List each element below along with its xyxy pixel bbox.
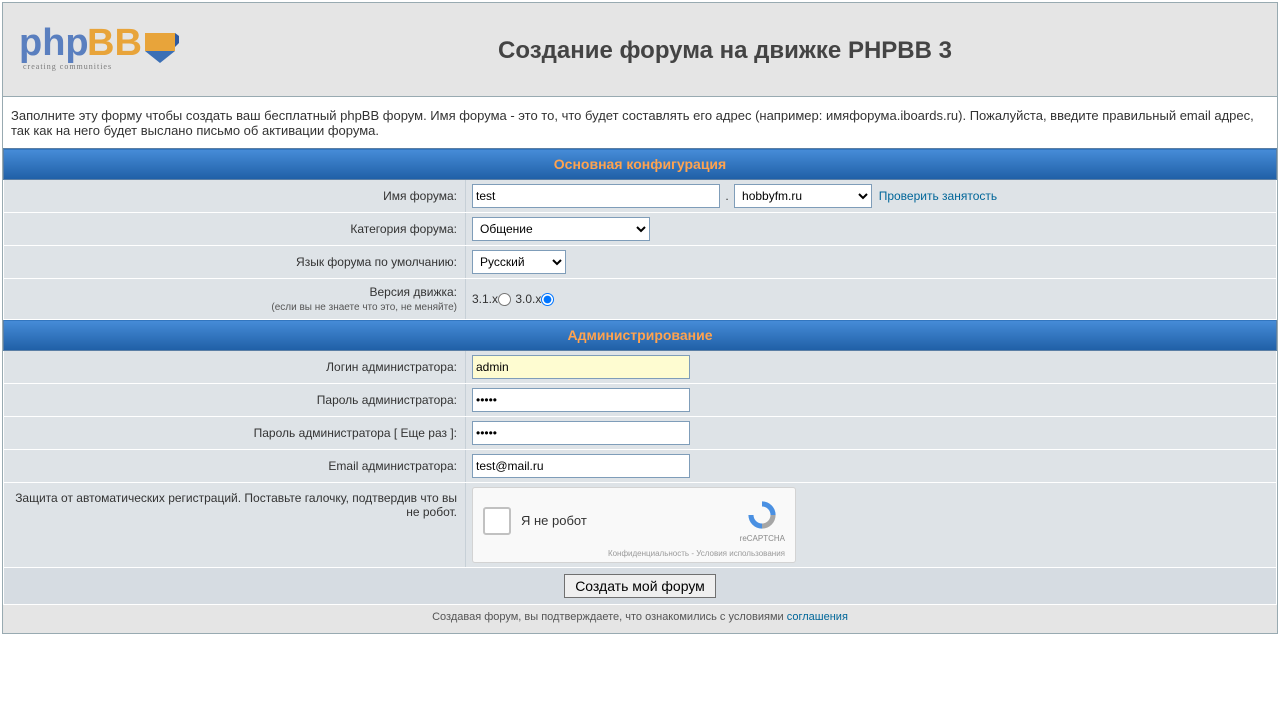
label-admin-login: Логин администратора: bbox=[4, 351, 466, 384]
footer-text: Создавая форум, вы подтверждаете, что оз… bbox=[432, 611, 787, 623]
language-select[interactable]: Русский bbox=[472, 250, 566, 274]
recaptcha-icon bbox=[745, 498, 779, 532]
recaptcha-privacy-link[interactable]: Конфиденциальность bbox=[608, 549, 689, 558]
label-engine: Версия движка: bbox=[369, 285, 457, 299]
create-forum-button[interactable]: Создать мой форум bbox=[564, 574, 716, 598]
dot-separator: . bbox=[723, 189, 730, 203]
svg-text:creating communities: creating communities bbox=[23, 62, 112, 71]
footer: Создавая форум, вы подтверждаете, что оз… bbox=[3, 605, 1277, 633]
label-language: Язык форума по умолчанию: bbox=[4, 246, 466, 279]
section-admin: Администрирование bbox=[4, 320, 1277, 351]
admin-login-input[interactable] bbox=[472, 355, 690, 379]
label-admin-pass: Пароль администратора: bbox=[4, 384, 466, 417]
forum-name-input[interactable] bbox=[472, 184, 720, 208]
recaptcha-checkbox[interactable] bbox=[483, 507, 511, 535]
agreement-link[interactable]: соглашения bbox=[787, 611, 848, 623]
label-engine-sub: (если вы не знаете что это, не меняйте) bbox=[271, 302, 457, 313]
engine-opt1-label: 3.1.x bbox=[472, 292, 498, 306]
phpbb-logo: php BB creating communities bbox=[19, 13, 179, 88]
row-forum-name: Имя форума: . hobbyfm.ru Проверить занят… bbox=[4, 180, 1277, 213]
label-category: Категория форума: bbox=[4, 213, 466, 246]
admin-email-input[interactable] bbox=[472, 454, 690, 478]
intro-text: Заполните эту форму чтобы создать ваш бе… bbox=[3, 97, 1277, 148]
recaptcha-label: Я не робот bbox=[521, 513, 740, 528]
engine-opt2-label: 3.0.x bbox=[515, 292, 541, 306]
row-admin-login: Логин администратора: bbox=[4, 351, 1277, 384]
section-config: Основная конфигурация bbox=[4, 149, 1277, 180]
engine-radio-31x[interactable] bbox=[498, 293, 511, 306]
label-forum-name: Имя форума: bbox=[4, 180, 466, 213]
page-container: php BB creating communities Создание фор… bbox=[2, 2, 1278, 634]
label-captcha: Защита от автоматических регистраций. По… bbox=[4, 483, 466, 568]
category-select[interactable]: Общение bbox=[472, 217, 650, 241]
row-admin-pass2: Пароль администратора [ Еще раз ]: bbox=[4, 417, 1277, 450]
admin-pass2-input[interactable] bbox=[472, 421, 690, 445]
title-wrap: Создание форума на движке PHPBB 3 bbox=[179, 37, 1271, 65]
recaptcha-terms-link[interactable]: Условия использования bbox=[696, 549, 785, 558]
engine-radio-30x[interactable] bbox=[541, 293, 554, 306]
recaptcha-brand: reCAPTCHA bbox=[740, 534, 785, 543]
row-captcha: Защита от автоматических регистраций. По… bbox=[4, 483, 1277, 568]
page-header: php BB creating communities Создание фор… bbox=[3, 3, 1277, 97]
row-submit: Создать мой форум bbox=[4, 568, 1277, 605]
label-admin-email: Email администратора: bbox=[4, 450, 466, 483]
label-admin-pass2: Пароль администратора [ Еще раз ]: bbox=[4, 417, 466, 450]
row-admin-pass: Пароль администратора: bbox=[4, 384, 1277, 417]
recaptcha-widget: Я не робот reCAPTCHA Конфиденциальность … bbox=[472, 487, 796, 563]
admin-pass-input[interactable] bbox=[472, 388, 690, 412]
forum-domain-select[interactable]: hobbyfm.ru bbox=[734, 184, 872, 208]
row-admin-email: Email администратора: bbox=[4, 450, 1277, 483]
check-availability-link[interactable]: Проверить занятость bbox=[879, 189, 997, 203]
row-category: Категория форума: Общение bbox=[4, 213, 1277, 246]
page-title: Создание форума на движке PHPBB 3 bbox=[498, 37, 952, 64]
svg-text:php: php bbox=[19, 22, 89, 64]
row-language: Язык форума по умолчанию: Русский bbox=[4, 246, 1277, 279]
svg-text:BB: BB bbox=[87, 22, 142, 64]
create-forum-form: Основная конфигурация Имя форума: . hobb… bbox=[3, 148, 1277, 605]
row-engine-version: Версия движка: (если вы не знаете что эт… bbox=[4, 279, 1277, 320]
